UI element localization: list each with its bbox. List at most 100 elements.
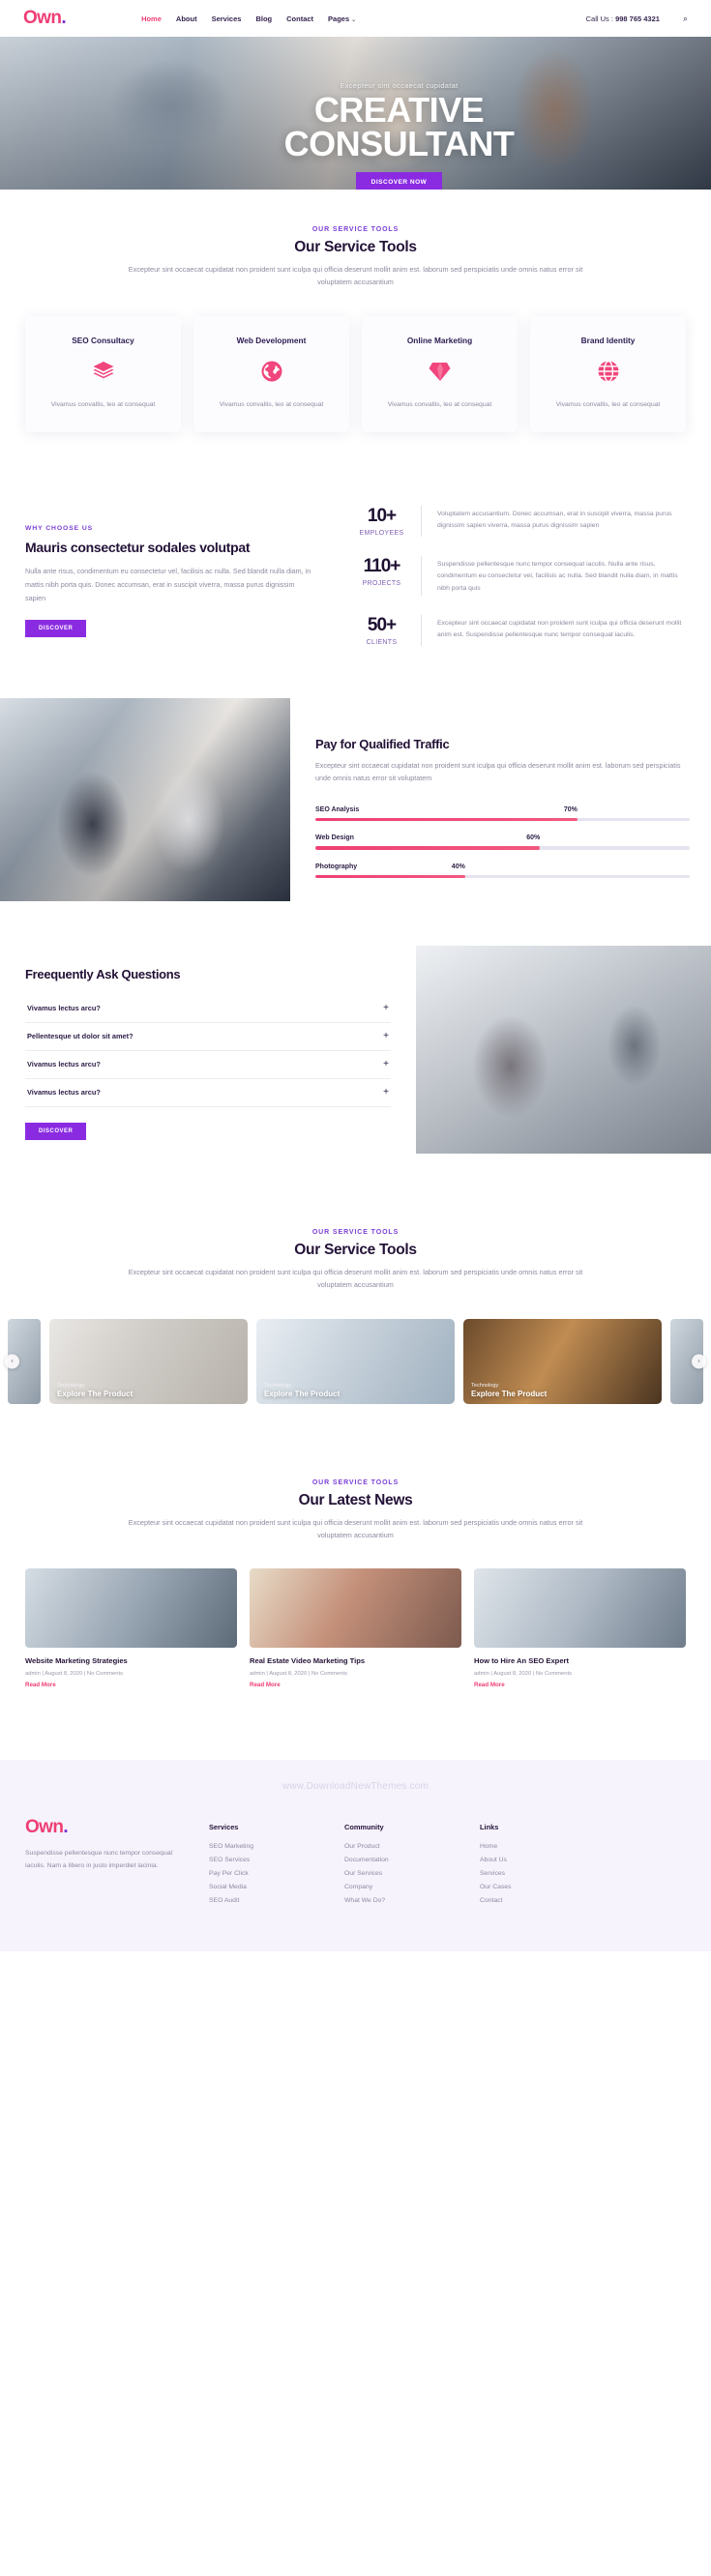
logo-text: Own bbox=[23, 8, 62, 28]
footer-column-heading: Community bbox=[344, 1823, 384, 1832]
nav-item-about[interactable]: About bbox=[176, 15, 197, 23]
portfolio-description: Excepteur sint occaecat cupidatat non pr… bbox=[128, 1267, 583, 1290]
plus-icon[interactable]: + bbox=[383, 1003, 389, 1013]
skill-bar-fill bbox=[315, 817, 578, 822]
portfolio-kicker: OUR SERVICE TOOLS bbox=[311, 1228, 400, 1236]
news-card[interactable]: Real Estate Video Marketing Tips admin |… bbox=[250, 1568, 461, 1688]
header-right: Call Us : 998 765 4321 ⌕ bbox=[586, 14, 688, 24]
chevron-right-icon[interactable]: › bbox=[692, 1354, 706, 1369]
service-card[interactable]: Web Development Vivamus convallis, leo a… bbox=[193, 315, 349, 432]
hero-title-line1: CREATIVE bbox=[313, 90, 485, 130]
services-description: Excepteur sint occaecat cupidatat non pr… bbox=[128, 265, 583, 287]
hero-subtitle: Excepteur sint occaecat cupidatat bbox=[340, 81, 459, 90]
services-section: OUR SERVICE TOOLS Our Service Tools Exce… bbox=[0, 190, 711, 461]
news-thumbnail bbox=[25, 1568, 237, 1649]
site-header: Own. Home About Services Blog Contact Pa… bbox=[0, 0, 711, 37]
news-description: Excepteur sint occaecat cupidatat non pr… bbox=[128, 1517, 583, 1539]
news-card[interactable]: Website Marketing Strategies admin | Aug… bbox=[25, 1568, 237, 1688]
footer-link[interactable]: Pay Per Click bbox=[209, 1870, 323, 1877]
carousel-slide[interactable]: Technology Explore The Product bbox=[49, 1318, 248, 1404]
footer-column-services: Services SEO Marketing SEO Services Pay … bbox=[209, 1817, 323, 1911]
stat-text: Suspendisse pellentesque nunc tempor con… bbox=[437, 560, 678, 592]
faq-question: Vivamus lectus arcu? bbox=[27, 1060, 101, 1069]
news-card-meta: admin | August 8, 2020 | No Comments bbox=[474, 1671, 572, 1678]
service-card[interactable]: Online Marketing Vivamus convallis, leo … bbox=[362, 315, 518, 432]
faq-title: Freequently Ask Questions bbox=[25, 966, 181, 981]
faq-question: Vivamus lectus arcu? bbox=[27, 1004, 101, 1013]
faq-item[interactable]: Vivamus lectus arcu? + bbox=[25, 1079, 391, 1107]
skill-bar: SEO Analysis 70% bbox=[315, 806, 690, 822]
news-thumbnail bbox=[250, 1568, 461, 1649]
footer-link[interactable]: Our Product bbox=[344, 1843, 459, 1850]
skill-bar-percent: 60% bbox=[526, 834, 541, 842]
footer-link[interactable]: Our Cases bbox=[480, 1884, 594, 1890]
search-icon[interactable]: ⌕ bbox=[683, 14, 688, 24]
hero-banner: Excepteur sint occaecat cupidatat CREATI… bbox=[0, 37, 711, 190]
footer-link[interactable]: Our Services bbox=[344, 1870, 459, 1877]
footer-column-heading: Links bbox=[480, 1823, 499, 1832]
skill-bar-percent: 40% bbox=[451, 863, 465, 870]
why-choose-us-copy: WHY CHOOSE US Mauris consectetur sodales… bbox=[25, 502, 315, 665]
read-more-link[interactable]: Read More bbox=[25, 1682, 237, 1688]
news-card-meta: admin | August 8, 2020 | No Comments bbox=[250, 1671, 347, 1678]
faq-item[interactable]: Vivamus lectus arcu? + bbox=[25, 1051, 391, 1079]
footer-link[interactable]: Social Media bbox=[209, 1884, 323, 1890]
service-cards: SEO Consultacy Vivamus convallis, leo at… bbox=[0, 315, 711, 432]
footer-link[interactable]: Documentation bbox=[344, 1857, 459, 1863]
discover-now-button[interactable]: DISCOVER NOW bbox=[355, 171, 443, 190]
footer-link[interactable]: Services bbox=[480, 1870, 594, 1877]
logo-dot: . bbox=[61, 8, 67, 28]
chevron-left-icon[interactable]: ‹ bbox=[5, 1354, 19, 1369]
faq-discover-button[interactable]: DISCOVER bbox=[25, 1122, 87, 1140]
plus-icon[interactable]: + bbox=[383, 1059, 389, 1069]
diamond-icon bbox=[428, 359, 453, 384]
nav-item-blog[interactable]: Blog bbox=[255, 15, 272, 23]
footer-column-links: Links Home About Us Services Our Cases C… bbox=[480, 1817, 594, 1911]
faq-item[interactable]: Vivamus lectus arcu? + bbox=[25, 995, 391, 1023]
news-card[interactable]: How to Hire An SEO Expert admin | August… bbox=[474, 1568, 686, 1688]
nav-item-pages[interactable]: Pages ⌄ bbox=[328, 15, 356, 23]
portfolio-carousel: ‹ Technology Explore The Product Technol… bbox=[0, 1318, 711, 1404]
stat-item: 50+ CLIENTS Excepteur sint occaecat cupi… bbox=[352, 614, 686, 646]
read-more-link[interactable]: Read More bbox=[474, 1682, 686, 1688]
nav-item-home[interactable]: Home bbox=[141, 15, 162, 23]
site-logo[interactable]: Own. bbox=[23, 8, 67, 29]
service-card[interactable]: Brand Identity Vivamus convallis, leo at… bbox=[530, 315, 686, 432]
slide-caption: Technology Explore The Product bbox=[57, 1383, 133, 1398]
service-card-title: Online Marketing bbox=[406, 335, 473, 345]
footer-logo-dot: . bbox=[63, 1817, 69, 1838]
footer-link[interactable]: SEO Marketing bbox=[209, 1843, 323, 1850]
footer-link[interactable]: About Us bbox=[480, 1857, 594, 1863]
service-card[interactable]: SEO Consultacy Vivamus convallis, leo at… bbox=[25, 315, 181, 432]
carousel-slide[interactable]: Technology Explore The Product bbox=[256, 1318, 455, 1404]
footer-link[interactable]: Contact bbox=[480, 1897, 594, 1904]
service-card-text: Vivamus convallis, leo at consequat bbox=[219, 400, 324, 408]
footer-link[interactable]: SEO Services bbox=[209, 1857, 323, 1863]
footer-link[interactable]: SEO Audit bbox=[209, 1897, 323, 1904]
plus-icon[interactable]: + bbox=[383, 1031, 389, 1041]
nav-item-services[interactable]: Services bbox=[212, 15, 242, 23]
skill-bar-percent: 70% bbox=[563, 805, 578, 813]
call-us-number: 998 765 4321 bbox=[615, 14, 660, 23]
skill-bar: Photography 40% bbox=[315, 864, 690, 879]
globe-grid-icon bbox=[596, 359, 621, 384]
read-more-link[interactable]: Read More bbox=[250, 1682, 461, 1688]
footer-link[interactable]: Home bbox=[480, 1843, 594, 1850]
service-card-title: SEO Consultacy bbox=[72, 335, 134, 345]
footer-link[interactable]: Company bbox=[344, 1884, 459, 1890]
carousel-slide[interactable]: Technology Explore The Product bbox=[463, 1318, 662, 1404]
watermark-text: www.DownloadNewThemes.com bbox=[281, 1781, 430, 1793]
footer-link[interactable]: What We Do? bbox=[344, 1897, 459, 1904]
portfolio-title: Our Service Tools bbox=[294, 1241, 417, 1258]
slide-title: Explore The Product bbox=[471, 1389, 548, 1398]
faq-item[interactable]: Pellentesque ut dolor sit amet? + bbox=[25, 1023, 391, 1051]
faq-question: Vivamus lectus arcu? bbox=[27, 1088, 101, 1098]
slide-category: Technology bbox=[264, 1382, 292, 1389]
stat-item: 10+ EMPLOYEES Voluptatem accusantium. Do… bbox=[352, 505, 686, 537]
nav-item-contact[interactable]: Contact bbox=[286, 15, 313, 23]
why-discover-button[interactable]: DISCOVER bbox=[25, 620, 87, 638]
slide-caption: Technology Explore The Product bbox=[471, 1383, 547, 1398]
news-grid: Website Marketing Strategies admin | Aug… bbox=[0, 1568, 711, 1688]
footer-logo[interactable]: Own. bbox=[25, 1817, 188, 1838]
plus-icon[interactable]: + bbox=[383, 1087, 389, 1098]
